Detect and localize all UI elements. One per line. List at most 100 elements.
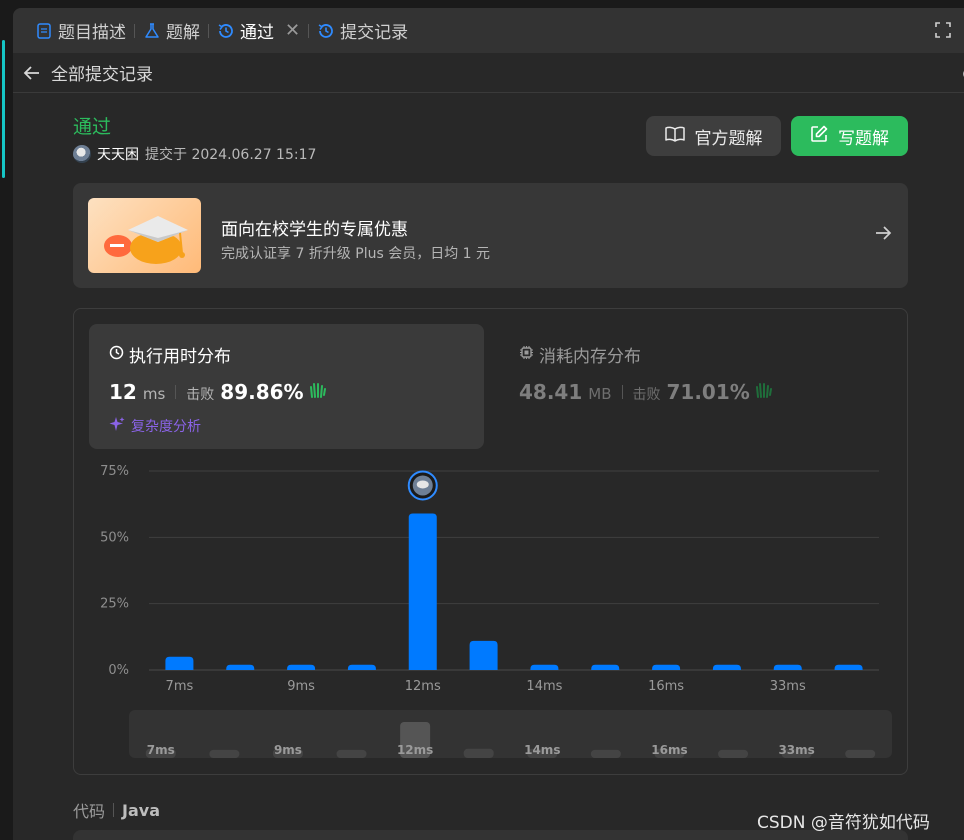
tab-accepted[interactable]: 通过 ✕ — [209, 8, 308, 53]
code-label: 代码 — [73, 802, 106, 821]
submission-meta: 天天困 提交于 2024.06.27 15:17 — [73, 144, 316, 164]
complexity-analysis-link[interactable]: 复杂度分析 — [109, 416, 201, 436]
username[interactable]: 天天困 — [97, 144, 139, 164]
submitted-time: 提交于 2024.06.27 15:17 — [145, 147, 317, 163]
promo-title: 面向在校学生的专属优惠 — [221, 220, 408, 240]
range-selector-label: 14ms — [524, 743, 560, 757]
arrow-left-icon — [23, 65, 41, 81]
memory-value: 48.41 — [519, 380, 583, 404]
code-section-header: 代码 Java — [73, 798, 160, 822]
chart-bar[interactable] — [226, 664, 255, 670]
arrow-right-icon[interactable] — [874, 225, 892, 245]
chart-bar[interactable] — [165, 656, 194, 670]
chart-bar[interactable] — [469, 640, 498, 670]
x-tick-label: 33ms — [770, 679, 806, 694]
chart-bar[interactable] — [773, 664, 802, 670]
y-tick-label: 50% — [100, 530, 129, 545]
range-selector-label: 7ms — [147, 743, 175, 757]
chart-bar[interactable] — [347, 664, 376, 670]
graduation-cap-image — [88, 198, 201, 273]
memory-value-row: 48.41 MB 击败 71.01% — [519, 380, 772, 404]
clap-icon — [754, 381, 772, 403]
x-tick-label: 16ms — [648, 679, 684, 694]
memory-beat-pct: 71.01% — [666, 380, 750, 404]
value-divider — [175, 385, 177, 399]
range-selector-label: 12ms — [397, 743, 433, 757]
range-selector-bar — [463, 748, 494, 758]
runtime-value: 12 — [109, 380, 137, 404]
tab-description[interactable]: 题目描述 — [27, 8, 134, 53]
tab-solutions[interactable]: 题解 — [135, 8, 208, 53]
memory-unit: MB — [588, 385, 612, 403]
x-tick-label: 9ms — [287, 679, 315, 694]
official-solution-button[interactable]: 官方题解 — [646, 116, 781, 156]
runtime-value-row: 12 ms 击败 89.86% — [109, 380, 326, 404]
runtime-card[interactable]: 执行用时分布 12 ms 击败 89.86% 复杂度分析 — [89, 324, 484, 449]
tab-solutions-label: 题解 — [166, 23, 200, 43]
back-label: 全部提交记录 — [51, 65, 153, 85]
stats-panel: 执行用时分布 12 ms 击败 89.86% 复杂度分析 消耗内存分布 48.4… — [73, 308, 908, 775]
runtime-beat-label: 击败 — [186, 387, 215, 403]
sparkle-icon — [109, 416, 125, 436]
range-selector-bar — [718, 749, 749, 758]
chip-icon — [519, 345, 534, 365]
document-icon — [35, 22, 53, 40]
range-selector-bar — [209, 749, 240, 758]
range-selector-label: 9ms — [274, 743, 302, 757]
range-selector-bar — [845, 749, 876, 758]
sidebar-accent — [2, 40, 5, 178]
avatar — [416, 480, 429, 489]
y-tick-label: 75% — [100, 464, 129, 479]
chart-bar[interactable] — [652, 664, 681, 670]
tab-submissions-label: 提交记录 — [340, 23, 409, 43]
range-selector-label: 16ms — [651, 743, 687, 757]
edit-icon — [810, 125, 828, 148]
avatar — [73, 145, 91, 163]
tab-description-label: 题目描述 — [58, 23, 126, 43]
book-icon — [664, 126, 685, 147]
y-tick-label: 0% — [108, 663, 129, 678]
history-icon — [317, 22, 335, 40]
y-tick-label: 25% — [100, 597, 129, 612]
x-tick-label: 12ms — [405, 679, 441, 694]
tab-submissions[interactable]: 提交记录 — [309, 8, 416, 53]
memory-beat-label: 击败 — [632, 387, 661, 403]
promo-subtitle: 完成认证享 7 折升级 Plus 会员，日均 1 元 — [221, 246, 491, 262]
range-selector-label: 33ms — [778, 743, 814, 757]
runtime-unit: ms — [142, 385, 166, 403]
range-selector-bar — [336, 749, 367, 758]
value-divider — [621, 385, 623, 399]
chart-bar[interactable] — [712, 664, 741, 670]
chart-bar[interactable] — [591, 664, 620, 670]
code-label-divider — [113, 803, 115, 817]
tab-bar: 题目描述 题解 通过 ✕ 提交记录 — [13, 8, 964, 53]
memory-card[interactable]: 消耗内存分布 48.41 MB 击败 71.01% — [499, 324, 894, 449]
clap-icon — [308, 381, 326, 403]
memory-heading: 消耗内存分布 — [519, 342, 641, 367]
fullscreen-icon[interactable] — [933, 20, 953, 40]
csdn-watermark: CSDN @音符犹如代码 — [757, 813, 930, 833]
screen: 题目描述 题解 通过 ✕ 提交记录 全部提交记录 通过 天天困 提交于 2024… — [0, 0, 964, 840]
submission-status: 通过 — [73, 116, 112, 138]
chart-bar[interactable] — [834, 664, 863, 670]
student-promo-banner[interactable]: 面向在校学生的专属优惠 完成认证享 7 折升级 Plus 会员，日均 1 元 — [73, 183, 908, 288]
write-solution-button[interactable]: 写题解 — [791, 116, 908, 156]
runtime-distribution-chart[interactable]: 0% 25% 50% 75% 7ms 9ms 12ms 14ms 16ms 33ms 7ms 9ms 1… — [74, 459, 909, 774]
chart-bar[interactable] — [530, 664, 559, 670]
x-tick-label: 14ms — [526, 679, 562, 694]
runtime-beat-pct: 89.86% — [220, 380, 304, 404]
clock-icon — [109, 345, 124, 365]
flask-icon — [143, 22, 161, 40]
x-tick-label: 7ms — [166, 679, 194, 694]
history-icon — [217, 22, 235, 40]
chart-bar[interactable] — [408, 513, 437, 670]
memory-heading-label: 消耗内存分布 — [539, 347, 641, 367]
range-selector-bar — [590, 749, 621, 758]
runtime-heading-label: 执行用时分布 — [129, 347, 231, 367]
close-icon[interactable]: ✕ — [285, 20, 300, 41]
left-sidebar-edge — [0, 0, 12, 840]
chart-bar[interactable] — [287, 664, 316, 670]
write-solution-label: 写题解 — [838, 128, 889, 149]
back-to-all-submissions[interactable]: 全部提交记录 — [13, 53, 964, 93]
submission-panel: 题目描述 题解 通过 ✕ 提交记录 全部提交记录 通过 天天困 提交于 2024… — [13, 8, 964, 840]
